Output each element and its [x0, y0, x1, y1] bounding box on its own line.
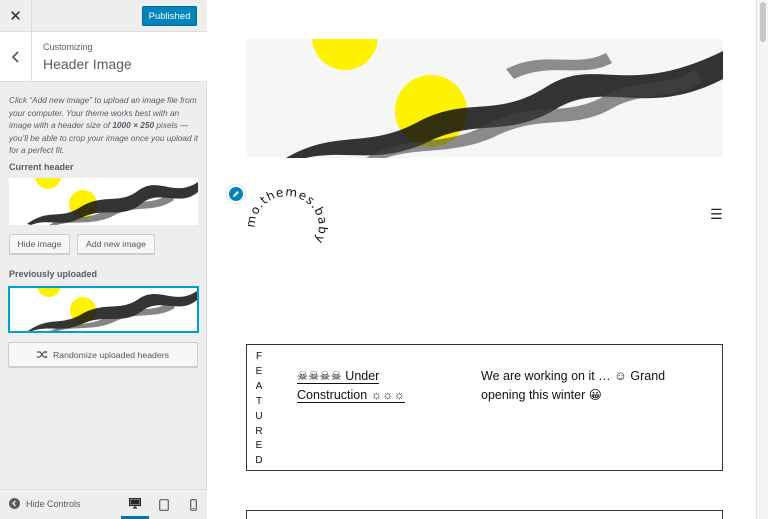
- site-preview: mo.themes.baby ☰ F E A T U R E D ☠☠☠☠ Un…: [208, 0, 756, 519]
- hide-controls-button[interactable]: Hide Controls: [9, 498, 81, 509]
- section-title: Header Image: [43, 56, 132, 72]
- customizer-sidebar: ✕ Published Customizing Header Image Cli…: [0, 0, 207, 519]
- hide-controls-label: Hide Controls: [26, 498, 81, 509]
- svg-text:mo.themes.baby: mo.themes.baby: [243, 185, 330, 247]
- menu-toggle-button[interactable]: ☰: [710, 207, 723, 221]
- previously-uploaded-header-thumbnail[interactable]: [8, 286, 199, 333]
- section-kicker: Customizing: [43, 42, 93, 52]
- preview-desktop-button[interactable]: [121, 490, 149, 519]
- preview-scrollbar[interactable]: [756, 0, 768, 519]
- preview-mobile-button[interactable]: [179, 490, 207, 519]
- featured-post-text: We are working on it … ☺ Grand opening t…: [481, 369, 666, 402]
- customizer-footer: Hide Controls: [0, 489, 207, 519]
- header-image-help-text: Click “Add new image” to upload an image…: [9, 95, 199, 155]
- collapse-arrow-icon: [9, 498, 20, 509]
- add-new-image-button[interactable]: Add new image: [77, 234, 155, 254]
- featured-vertical-label: F E A T U R E D: [255, 351, 263, 467]
- scrollbar-thumb[interactable]: [760, 2, 766, 42]
- pencil-icon: [233, 191, 239, 197]
- featured-post-link[interactable]: ☠☠☠☠ Under Construction ☼☼☼: [297, 367, 417, 405]
- tablet-icon: [159, 498, 169, 511]
- randomize-label: Randomize uploaded headers: [53, 349, 169, 360]
- hide-image-button[interactable]: Hide image: [9, 234, 70, 254]
- shuffle-icon: [37, 350, 48, 359]
- preview-tablet-button[interactable]: [150, 490, 178, 519]
- publish-button[interactable]: Published: [142, 6, 197, 26]
- desktop-icon: [129, 497, 141, 509]
- back-button[interactable]: [0, 32, 32, 81]
- close-icon: ✕: [9, 8, 22, 25]
- previously-uploaded-label: Previously uploaded: [9, 269, 98, 279]
- edit-logo-shortcut[interactable]: [227, 185, 245, 203]
- hamburger-icon: ☰: [710, 206, 723, 222]
- mobile-icon: [189, 498, 197, 511]
- close-customizer-button[interactable]: ✕: [0, 0, 32, 32]
- customizer-header: ✕ Published: [0, 0, 207, 32]
- chevron-left-icon: [11, 50, 19, 63]
- current-header-label: Current header: [9, 162, 74, 172]
- randomize-headers-button[interactable]: Randomize uploaded headers: [8, 342, 198, 367]
- current-header-thumbnail: [9, 178, 198, 225]
- site-logo[interactable]: mo.themes.baby: [243, 180, 333, 260]
- site-header-image: [246, 39, 723, 158]
- next-section: [246, 510, 723, 519]
- featured-section: F E A T U R E D ☠☠☠☠ Under Construction …: [246, 344, 723, 471]
- section-header: Customizing Header Image: [0, 32, 207, 82]
